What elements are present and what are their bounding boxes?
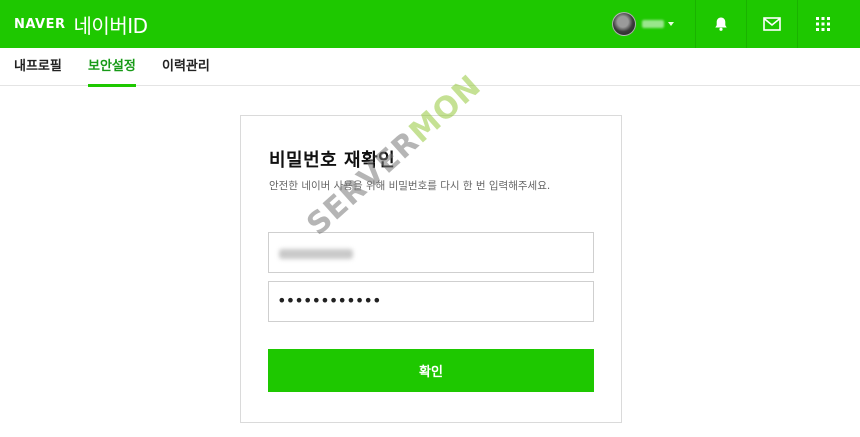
id-value-redacted <box>279 249 353 259</box>
grid-icon <box>815 17 830 31</box>
account-name-redacted <box>642 20 664 28</box>
apps-button[interactable] <box>797 0 847 48</box>
tab-history[interactable]: 이력관리 <box>162 48 210 86</box>
confirm-button[interactable]: 확인 <box>268 349 594 392</box>
tab-my-profile[interactable]: 내프로필 <box>14 48 62 86</box>
id-field[interactable] <box>268 232 594 273</box>
card-description: 안전한 네이버 사용을 위해 비밀번호를 다시 한 번 입력해주세요. <box>269 180 551 192</box>
user-avatar[interactable] <box>612 12 636 36</box>
service-title[interactable]: 네이버ID <box>74 10 149 39</box>
tab-security-settings[interactable]: 보안설정 <box>88 48 136 87</box>
password-value: •••••••••••• <box>277 291 382 310</box>
tab-bar: 내프로필 보안설정 이력관리 <box>0 48 860 87</box>
mail-button[interactable] <box>746 0 796 48</box>
account-menu[interactable] <box>612 11 674 37</box>
password-recheck-card: 비밀번호 재확인 안전한 네이버 사용을 위해 비밀번호를 다시 한 번 입력해… <box>240 115 622 423</box>
card-title: 비밀번호 재확인 <box>269 150 396 171</box>
password-field[interactable]: •••••••••••• <box>268 281 594 322</box>
naver-brand[interactable]: NAVER 네이버ID <box>14 0 148 48</box>
bell-icon <box>714 17 727 31</box>
notifications-button[interactable] <box>695 0 745 48</box>
top-header: NAVER 네이버ID <box>0 0 860 48</box>
mail-icon <box>762 17 781 31</box>
chevron-down-icon[interactable] <box>668 22 674 26</box>
naver-logo[interactable]: NAVER <box>14 17 66 32</box>
